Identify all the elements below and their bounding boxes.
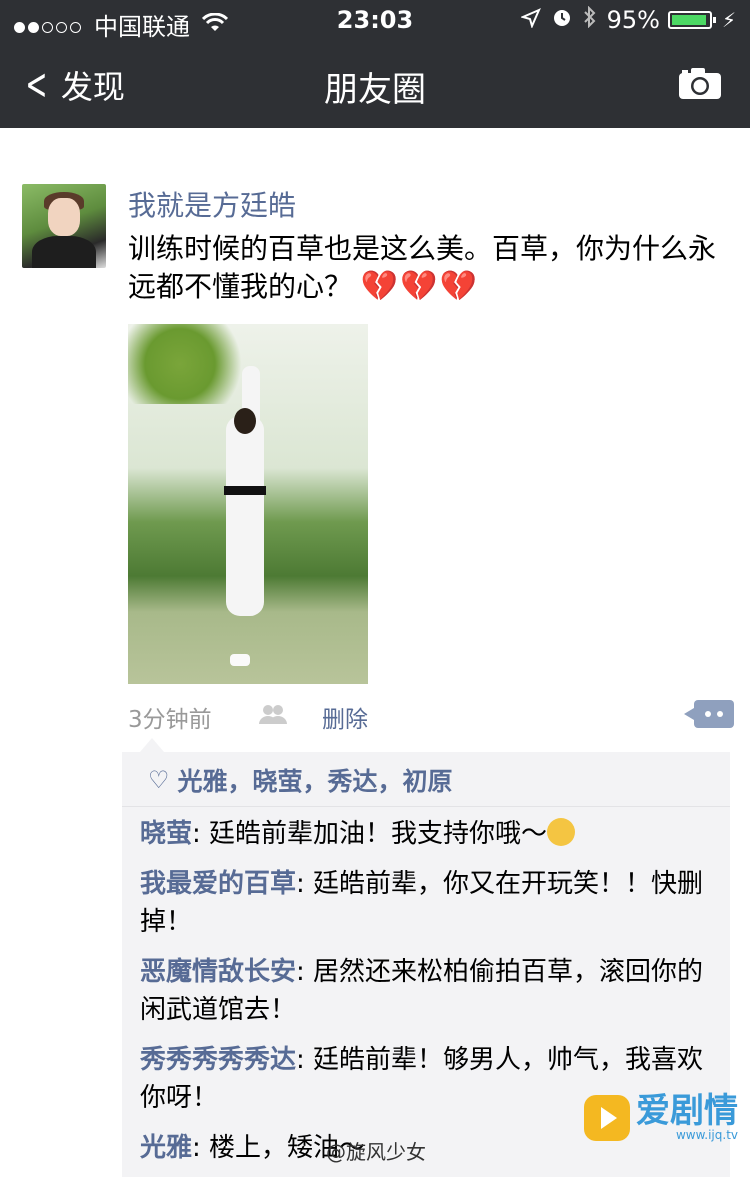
location-icon [519,6,541,34]
watermark: @旋风少女 [326,1140,426,1164]
post-text: 训练时候的百草也是这么美。百草，你为什么永远都不懂我的心？ 💔💔💔 [128,230,728,306]
site-logo: 爱剧情 www.ijq.tv [584,1094,738,1142]
comment-text: 廷皓前辈加油！我支持你哦～ [209,819,548,849]
nav-bar: < 发现 朋友圈 [0,40,750,128]
delete-button[interactable]: 删除 [322,700,368,734]
top-bar: 中国联通 23:03 95% ⚡ < 发现 朋友圈 [0,0,750,128]
camera-button[interactable] [678,66,722,100]
battery-icon [667,11,716,29]
alarm-icon [551,6,573,34]
likes-names[interactable]: 光雅，晓萤，秀达，初原 [178,762,453,798]
comment-author[interactable]: 晓萤 [140,819,192,849]
logo-brand: 爱剧情 [636,1091,738,1131]
battery-percent: 95% [606,6,660,34]
smiling-face-emoji-icon [547,818,576,846]
comment-item[interactable]: 晓萤: 廷皓前辈加油！我支持你哦～ [122,807,730,857]
comment-item[interactable]: 恶魔情敌长安: 居然还来松柏偷拍百草，滚回你的闲武道馆去！ [122,945,730,1033]
post-time: 3分钟前 [128,707,212,733]
page-title: 朋友圈 [324,70,426,110]
status-bar: 中国联通 23:03 95% ⚡ [0,0,750,41]
post-author[interactable]: 我就是方廷皓 [128,184,296,224]
tv-play-icon [584,1095,630,1141]
heart-outline-icon: ♡ [148,766,170,794]
bluetooth-icon [583,5,597,34]
post-meta: 3分钟前 删除 [128,700,734,733]
comment-author[interactable]: 秀秀秀秀秀达 [140,1045,296,1075]
broken-heart-emoji: 💔💔💔 [360,269,479,304]
comment-item[interactable]: 我最爱的百草: 廷皓前辈，你又在开玩笑！！快删掉！ [122,857,730,945]
people-icon [258,704,288,724]
camera-icon [679,68,721,99]
avatar[interactable] [22,184,106,268]
comment-button[interactable] [684,700,734,728]
charging-icon: ⚡ [721,8,736,32]
comment-author[interactable]: 恶魔情敌长安 [140,957,296,987]
comment-author[interactable]: 我最爱的百草 [140,869,296,899]
post-photo[interactable] [128,324,368,684]
comment-author[interactable]: 光雅 [140,1133,192,1163]
likes-row: ♡ 光雅，晓萤，秀达，初原 [122,752,730,807]
